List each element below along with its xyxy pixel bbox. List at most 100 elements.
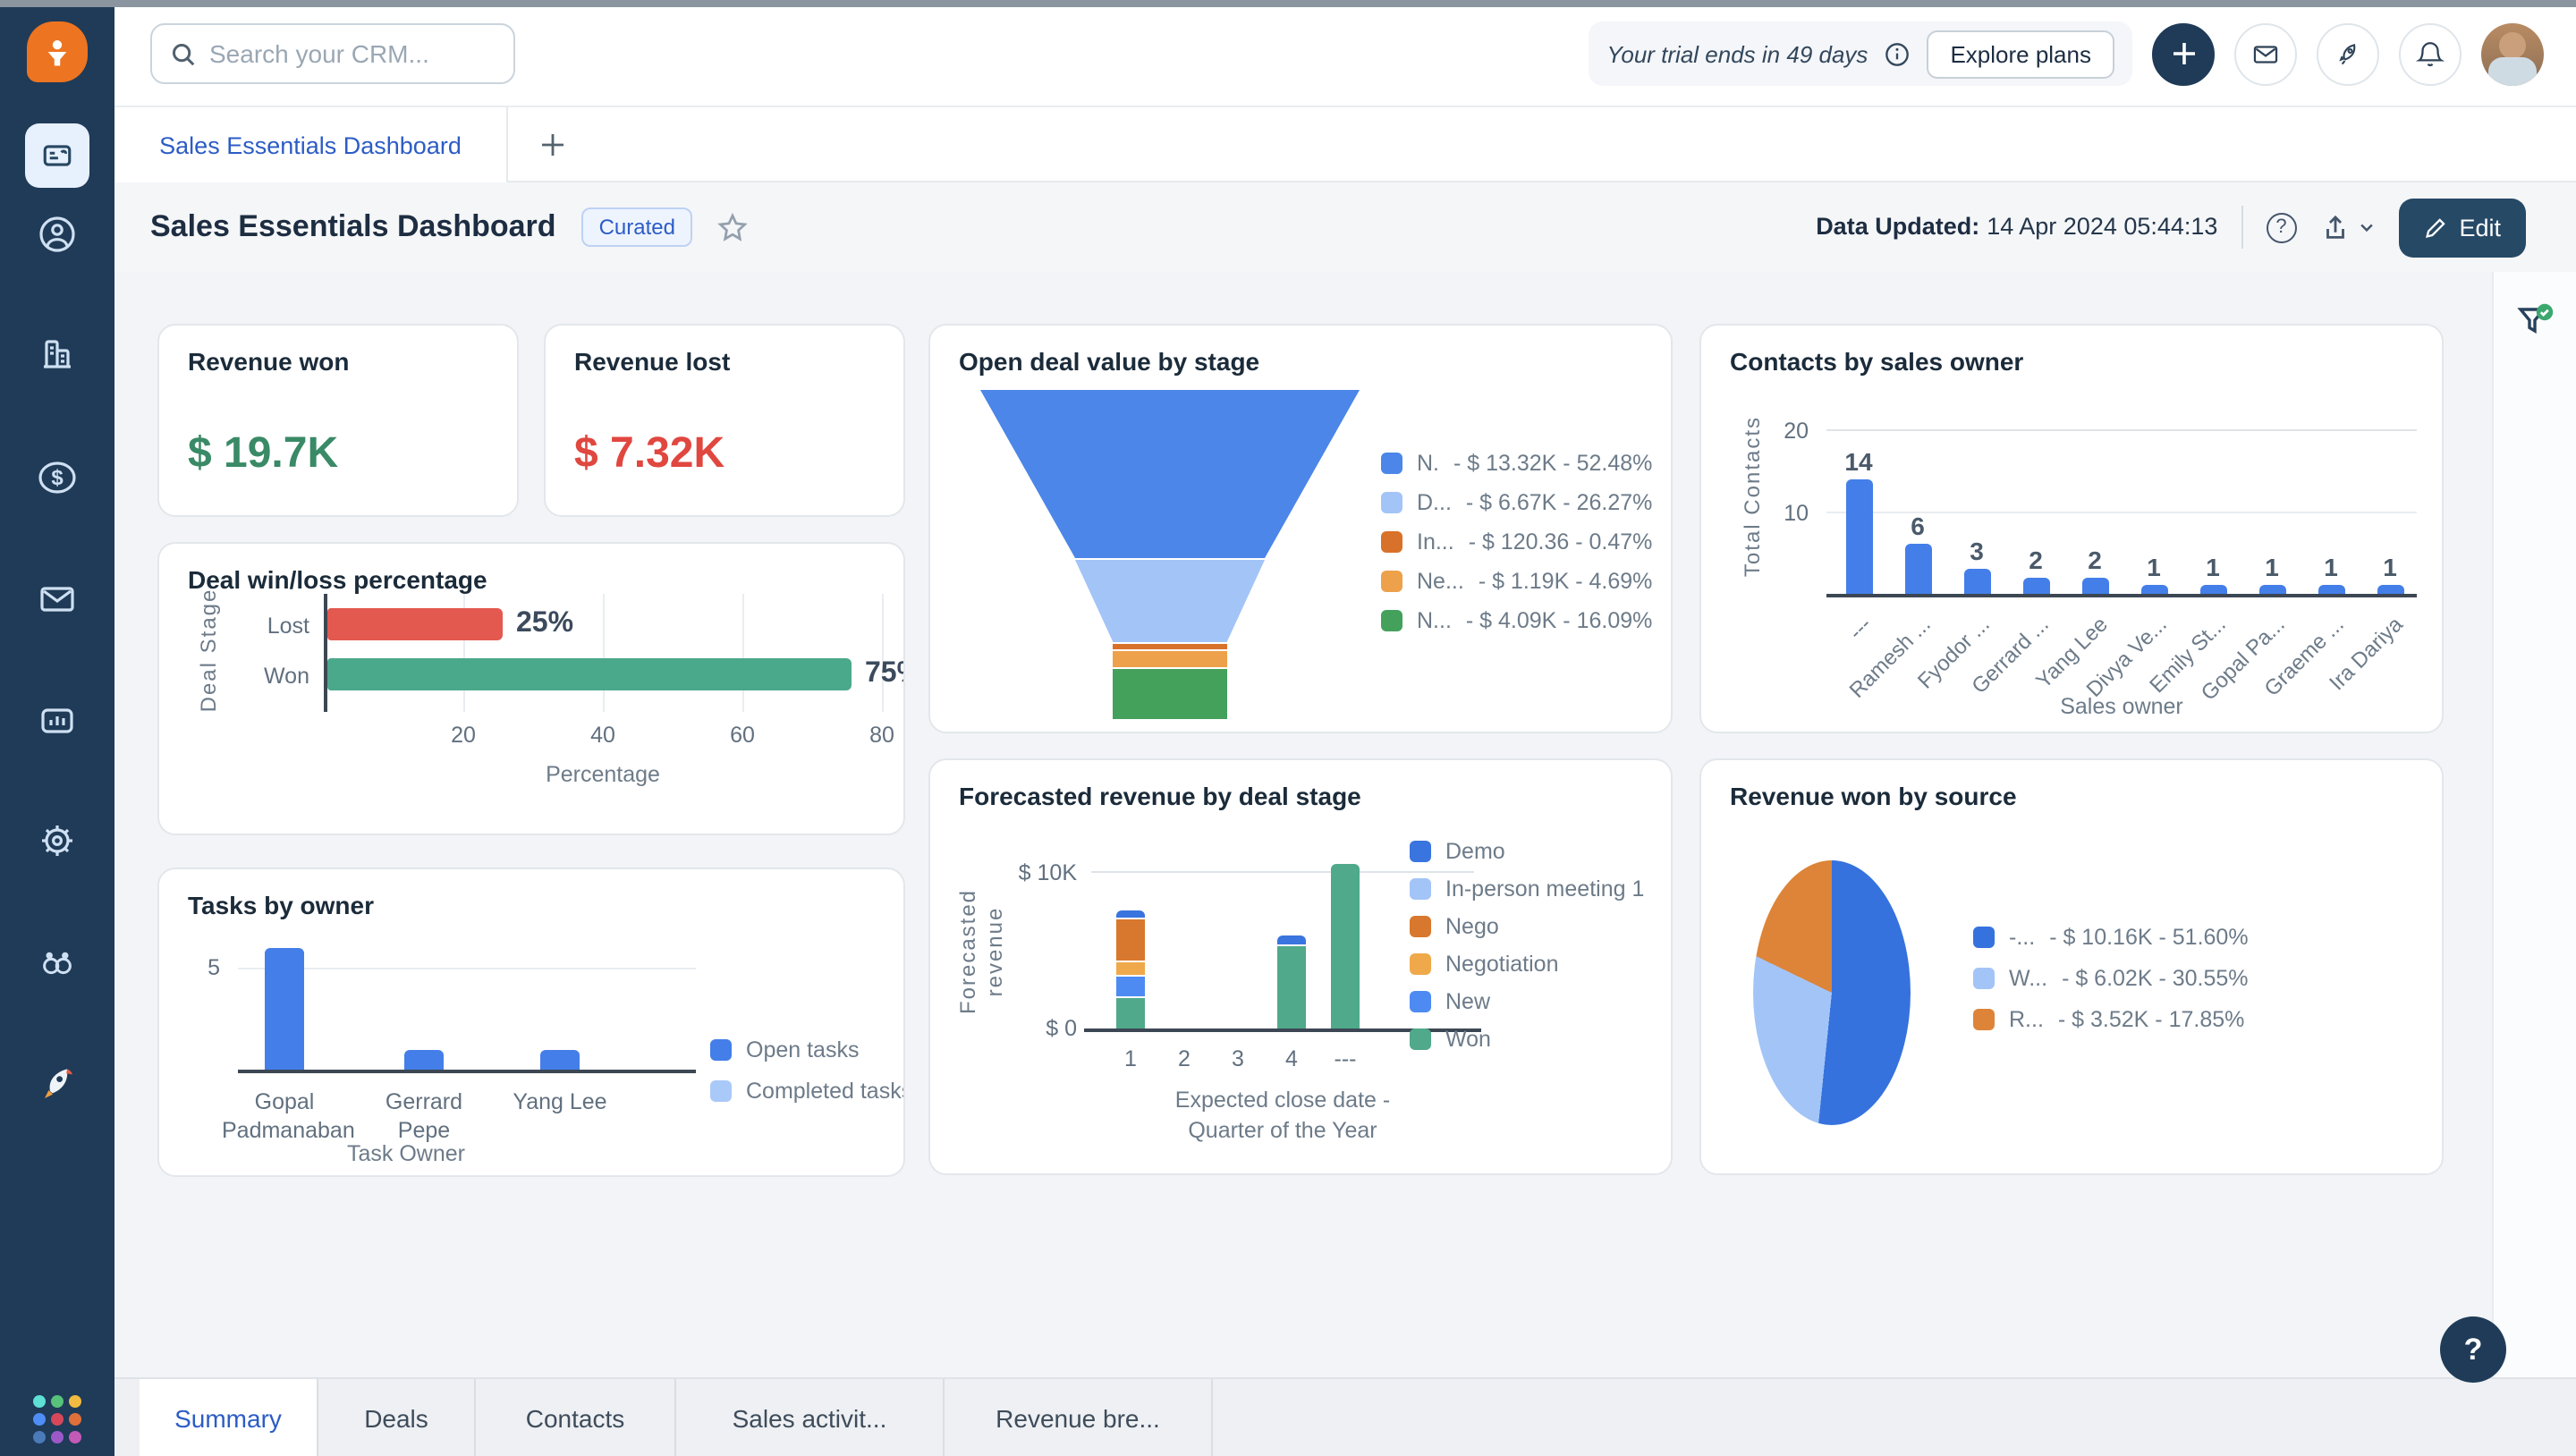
sidebar-item-app-switcher[interactable]: [33, 1395, 81, 1443]
card-title: Deal win/loss percentage: [188, 565, 487, 594]
revenue-won-card[interactable]: Revenue won $ 19.7K: [157, 324, 519, 517]
divider: [2241, 206, 2243, 249]
category-label: Won: [264, 664, 309, 689]
stacked-bar-q1[interactable]: [1116, 910, 1145, 1029]
sidebar-item-accounts[interactable]: [36, 333, 79, 376]
global-search[interactable]: [150, 23, 515, 84]
x-tick: 2: [1178, 1046, 1191, 1071]
dashboard-bottom-tabs: Summary Deals Contacts Sales activit... …: [114, 1377, 2576, 1456]
legend-marker: [1973, 1009, 1995, 1030]
card-title: Tasks by owner: [188, 891, 375, 919]
tab-contacts[interactable]: Contacts: [476, 1379, 676, 1456]
legend: N. - $ 13.32K - 52.48% D... - $ 6.67K - 26…: [1381, 451, 1652, 633]
bar-lost[interactable]: 25%: [327, 608, 573, 640]
legend-marker: [1381, 492, 1402, 513]
sidebar-item-whats-new[interactable]: [36, 1062, 79, 1105]
bar[interactable]: 3: [1955, 537, 1998, 594]
bar[interactable]: 2: [2014, 546, 2057, 594]
favorite-star-icon[interactable]: [718, 212, 749, 242]
funnel-segment-2[interactable]: [1075, 560, 1265, 642]
x-tick: 3: [1232, 1046, 1244, 1071]
revenue-lost-card[interactable]: Revenue lost $ 7.32K: [544, 324, 905, 517]
envelope-icon: [40, 587, 74, 612]
legend: Open tasks Completed tasks: [710, 1037, 903, 1104]
freshworks-logo[interactable]: [27, 21, 88, 82]
y-tick: $ 0: [1046, 1016, 1077, 1041]
pie-chart[interactable]: [1753, 860, 1911, 1125]
bar-value-label: 25%: [516, 608, 574, 639]
filters-button[interactable]: [2513, 301, 2556, 352]
legend: Demo In-person meeting 1 Nego Negotiatio…: [1410, 839, 1644, 1052]
dashboard-content: Revenue won $ 19.7K Revenue lost $ 7.32K…: [114, 272, 2492, 1377]
legend-marker: [1410, 841, 1431, 862]
legend-marker: [1410, 916, 1431, 937]
filter-check-icon: [2517, 303, 2554, 334]
legend-marker: [1381, 610, 1402, 631]
tab-deals[interactable]: Deals: [318, 1379, 476, 1456]
tab-sales-activities[interactable]: Sales activit...: [676, 1379, 945, 1456]
sidebar-item-contacts[interactable]: [36, 213, 79, 256]
bar-chart-icon: [41, 708, 73, 733]
info-icon[interactable]: [1884, 40, 1911, 67]
deal-win-loss-card[interactable]: Deal win/loss percentage Deal Stage Lost…: [157, 542, 905, 835]
x-tick: ---: [1334, 1046, 1357, 1071]
explore-plans-button[interactable]: Explore plans: [1927, 30, 2114, 78]
x-tick: 4: [1285, 1046, 1298, 1071]
funnel-chart[interactable]: [980, 390, 1360, 719]
funnel-segment-1[interactable]: [980, 390, 1360, 558]
user-avatar[interactable]: [2481, 22, 2544, 85]
tab-sales-essentials-dashboard[interactable]: Sales Essentials Dashboard: [114, 107, 508, 182]
notifications-button[interactable]: [2399, 22, 2462, 85]
contacts-by-sales-owner-card[interactable]: Contacts by sales owner Total Contacts 2…: [1699, 324, 2444, 733]
funnel-segment-5[interactable]: [1113, 669, 1227, 719]
forecasted-revenue-card[interactable]: Forecasted revenue by deal stage Forecas…: [928, 758, 1673, 1175]
y-tick: 10: [1784, 501, 1809, 526]
tab-summary[interactable]: Summary: [140, 1379, 318, 1456]
add-dashboard-tab-button[interactable]: [538, 131, 567, 168]
tab-revenue-breakdown[interactable]: Revenue bre...: [945, 1379, 1213, 1456]
gridline: [882, 594, 884, 712]
bar[interactable]: 2: [2073, 546, 2116, 594]
sidebar-item-email[interactable]: [36, 578, 79, 621]
revenue-won-value: $ 19.7K: [188, 429, 339, 478]
bar-won[interactable]: 75%: [327, 658, 903, 690]
bar[interactable]: 1: [2132, 554, 2175, 594]
quick-add-button[interactable]: [2152, 22, 2215, 85]
edit-button[interactable]: Edit: [2398, 198, 2526, 257]
legend-marker: [1381, 531, 1402, 553]
bar[interactable]: 1: [2368, 554, 2411, 594]
sidebar-item-freddy-ai[interactable]: [36, 941, 79, 984]
sidebar: $: [0, 0, 114, 1456]
legend-marker: [710, 1080, 732, 1102]
stacked-bar-none[interactable]: [1331, 863, 1360, 1029]
contact-icon: [39, 216, 75, 252]
bar-gerrard[interactable]: [404, 1049, 444, 1070]
help-icon[interactable]: ?: [2266, 212, 2297, 242]
dashboard-tab-strip: Sales Essentials Dashboard: [114, 107, 2576, 182]
bar-gopal[interactable]: [265, 947, 304, 1070]
bar[interactable]: 6: [1896, 512, 1939, 594]
sidebar-item-analytics[interactable]: [36, 699, 79, 742]
bar-yang[interactable]: [540, 1049, 580, 1070]
help-fab[interactable]: ?: [2440, 1316, 2506, 1383]
card-title: Revenue won by source: [1730, 782, 2017, 810]
stacked-bar-q4[interactable]: [1277, 935, 1306, 1029]
sidebar-item-dashboard[interactable]: [25, 123, 89, 188]
bar[interactable]: 14: [1837, 446, 1880, 594]
revenue-won-by-source-card[interactable]: Revenue won by source -... - $ 10.16K - 5…: [1699, 758, 2444, 1175]
email-button[interactable]: [2234, 22, 2297, 85]
sidebar-item-settings[interactable]: [36, 819, 79, 862]
bar[interactable]: 1: [2309, 554, 2352, 594]
funnel-segment-3[interactable]: [1113, 644, 1227, 649]
funnel-segment-4[interactable]: [1113, 651, 1227, 667]
sidebar-item-deals[interactable]: $: [36, 456, 79, 499]
bar[interactable]: 1: [2191, 554, 2234, 594]
open-deal-value-card[interactable]: Open deal value by stage N. - $ 13.32K - …: [928, 324, 1673, 733]
bar[interactable]: 1: [2250, 554, 2293, 594]
export-menu[interactable]: [2319, 212, 2375, 242]
export-icon: [2326, 214, 2344, 238]
x-tick: 80: [869, 723, 894, 748]
whats-new-button[interactable]: [2317, 22, 2379, 85]
search-input[interactable]: [209, 39, 478, 68]
tasks-by-owner-card[interactable]: Tasks by owner 5 Gopal Padmanaban Gerrar…: [157, 868, 905, 1177]
